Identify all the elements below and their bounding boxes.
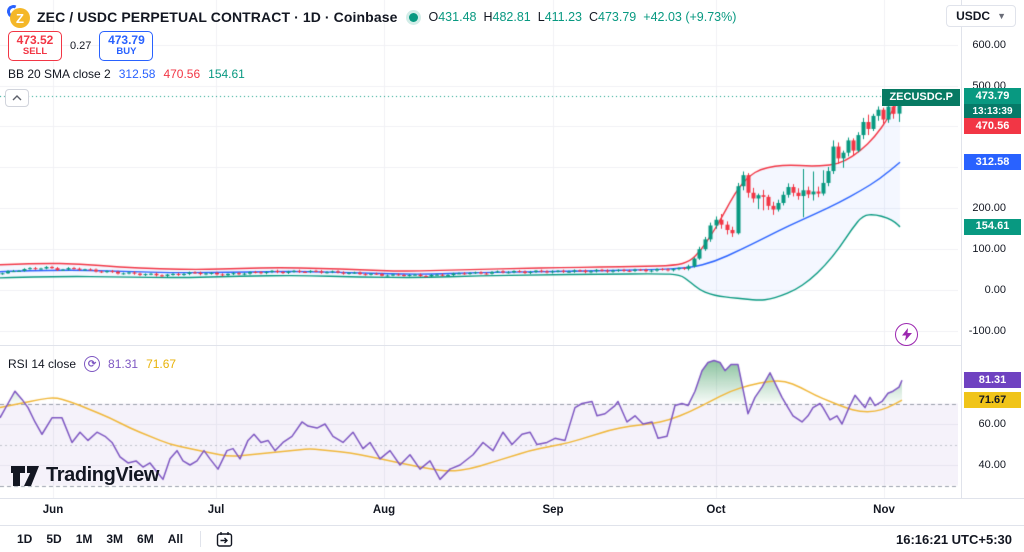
month-label-jul[interactable]: Jul: [208, 504, 225, 516]
price-axis-label: -100.00: [968, 324, 1006, 337]
lightning-icon: [901, 328, 912, 341]
close-label: C: [589, 10, 599, 24]
month-label-jun[interactable]: Jun: [43, 504, 63, 516]
bb-indicator-row[interactable]: BB 20 SMA close 2 312.58 470.56 154.61: [8, 67, 245, 81]
rsi-ma-badge: 71.67: [964, 392, 1021, 409]
rsi-value: 81.31: [108, 357, 139, 371]
month-label-oct[interactable]: Oct: [706, 504, 725, 516]
time-axis[interactable]: Jun Jul Aug Sep Oct Nov: [0, 498, 1024, 525]
rsi-axis-label: 40.00: [978, 459, 1006, 471]
currency-label: USDC: [956, 9, 991, 23]
bottom-toolbar: 1D 5D 1M 3M 6M All 16:16:21 UTC+5:30: [0, 525, 1024, 552]
spread-value: 0.27: [70, 40, 92, 52]
sell-label: SELL: [22, 46, 48, 58]
range-button-5d[interactable]: 5D: [39, 529, 68, 549]
rsi-axis-label: 60.00: [978, 418, 1006, 430]
symbol-title[interactable]: ZEC / USDC PERPETUAL CONTRACT · 1D · Coi…: [37, 9, 398, 25]
sell-button[interactable]: 473.52 SELL: [8, 31, 62, 61]
month-label-nov[interactable]: Nov: [873, 504, 895, 516]
goto-date-button[interactable]: [211, 528, 238, 551]
bb-basis-value: 312.58: [118, 67, 156, 81]
buy-button[interactable]: 473.79 BUY: [99, 31, 154, 61]
low-label: L: [537, 10, 545, 24]
open-label: O: [428, 10, 439, 24]
tradingview-icon: [11, 466, 39, 486]
boost-button[interactable]: [895, 323, 918, 346]
bb-lower-badge: 154.61: [964, 218, 1021, 235]
rsi-refresh-icon[interactable]: ⟳: [84, 356, 101, 372]
low-value: 411.23: [544, 10, 582, 24]
bar-countdown-badge: 13:13:39: [964, 104, 1021, 120]
bb-lower-value: 154.61: [208, 67, 245, 81]
change-value: +42.03 (+9.73%): [643, 10, 737, 24]
price-axis-label: 0.00: [984, 284, 1006, 297]
calendar-icon: [216, 531, 233, 547]
high-label: H: [483, 10, 493, 24]
bb-label: BB 20 SMA close 2: [8, 67, 111, 81]
symbol-flag[interactable]: ZECUSDC.P: [882, 89, 960, 107]
rsi-value-badge: 81.31: [964, 372, 1021, 389]
pane-separator[interactable]: [0, 345, 1024, 346]
zec-coin-icon: Z: [5, 3, 30, 28]
trade-panel: 473.52 SELL 0.27 473.79 BUY: [8, 31, 154, 61]
chevron-down-icon: ▼: [997, 11, 1006, 21]
bb-upper-badge: 470.56: [964, 118, 1021, 135]
month-label-sep[interactable]: Sep: [542, 504, 563, 516]
market-open-dot-icon: [408, 12, 418, 22]
high-value: 482.81: [492, 10, 531, 24]
price-axis-label: 100.00: [972, 243, 1006, 256]
month-label-aug[interactable]: Aug: [373, 504, 395, 516]
range-button-1d[interactable]: 1D: [10, 529, 39, 549]
rsi-indicator-row[interactable]: RSI 14 close ⟳ 81.31 71.67: [8, 356, 176, 372]
price-axis[interactable]: 600.00 500.00 200.00 100.00 0.00 -100.00 60.00…: [961, 0, 1024, 525]
close-value: 473.79: [598, 10, 637, 24]
tradingview-app: Z ZEC / USDC PERPETUAL CONTRACT · 1D · C…: [0, 0, 1024, 552]
bb-basis-badge: 312.58: [964, 154, 1021, 171]
tradingview-wordmark: TradingView: [46, 463, 160, 486]
range-button-all[interactable]: All: [161, 529, 190, 549]
tradingview-logo[interactable]: TradingView: [10, 463, 159, 487]
buy-label: BUY: [116, 46, 137, 58]
range-button-6m[interactable]: 6M: [130, 529, 161, 549]
clock-text[interactable]: 16:16:21 UTC+5:30: [896, 532, 1014, 547]
open-value: 431.48: [438, 10, 477, 24]
price-axis-label: 600.00: [972, 38, 1006, 51]
price-axis-label: 200.00: [972, 202, 1006, 215]
bb-upper-value: 470.56: [163, 67, 201, 81]
chart-header: Z ZEC / USDC PERPETUAL CONTRACT · 1D · C…: [5, 3, 737, 28]
toolbar-divider: [200, 531, 202, 547]
last-price-badge: 473.79: [964, 88, 1021, 105]
rsi-ma-value: 71.67: [146, 357, 177, 371]
range-button-1m[interactable]: 1M: [69, 529, 100, 549]
pane-collapse-button[interactable]: [5, 89, 29, 107]
ohlc-readout: O431.48 H482.81 L411.23 C473.79 +42.03 (…: [429, 10, 737, 24]
chevron-up-icon: [12, 95, 22, 101]
range-button-3m[interactable]: 3M: [99, 529, 130, 549]
rsi-label: RSI 14 close: [8, 357, 77, 371]
currency-dropdown[interactable]: USDC ▼: [946, 5, 1016, 27]
